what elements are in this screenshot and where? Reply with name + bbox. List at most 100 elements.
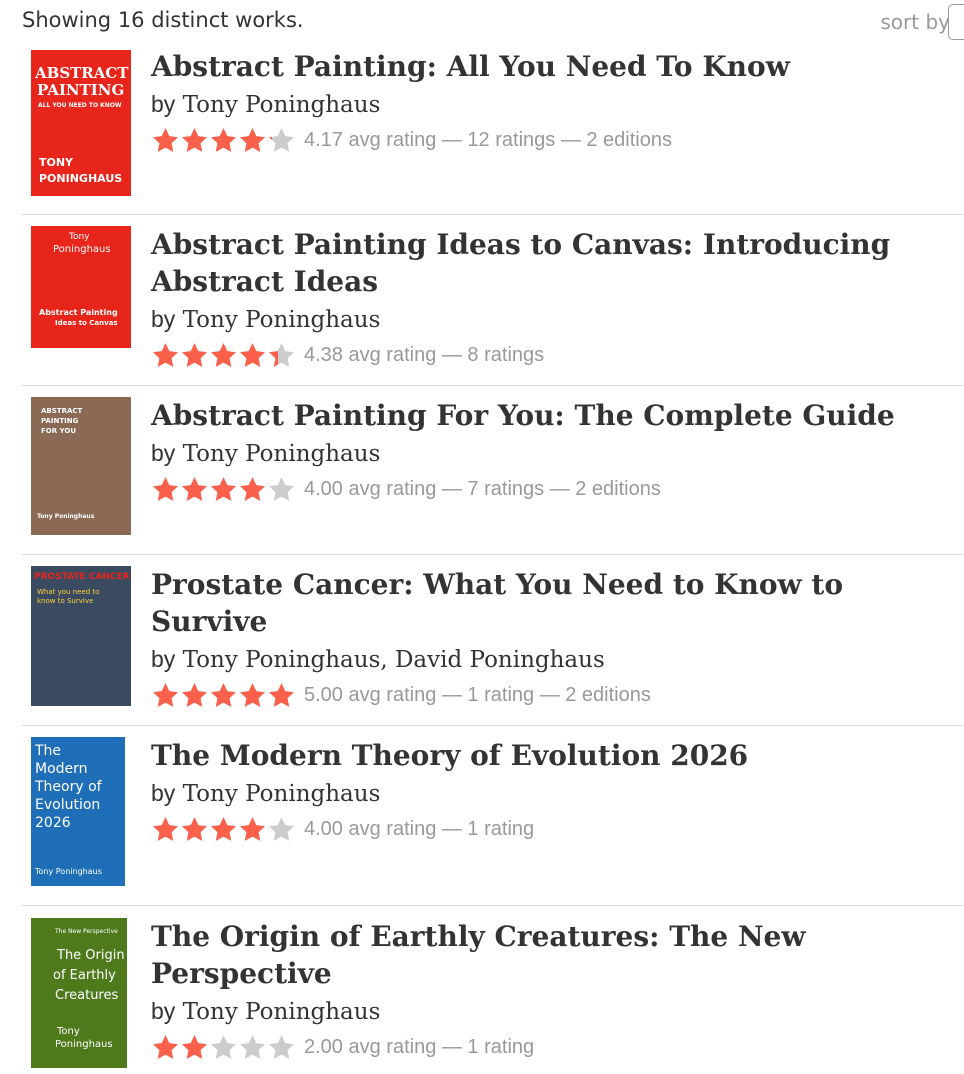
cover-text: ALL YOU NEED TO KNOW xyxy=(38,102,122,109)
author-link[interactable]: Tony Poninghaus xyxy=(183,92,381,118)
star-icon xyxy=(238,815,267,844)
star-icon xyxy=(151,126,180,155)
book-row: Tony Poninghaus Abstract Painting Ideas … xyxy=(0,226,964,386)
cover-text: What you need to xyxy=(37,588,100,596)
author-line: by Tony Poninghaus xyxy=(151,438,954,469)
list-header: Showing 16 distinct works. sort by xyxy=(0,0,964,44)
author-link[interactable]: Tony Poninghaus xyxy=(183,781,381,807)
cover-text: Poninghaus xyxy=(55,1039,113,1050)
star-icon xyxy=(180,1033,209,1062)
star-rating xyxy=(151,475,296,504)
row-divider xyxy=(22,905,964,906)
book-cover[interactable]: The New Perspective The Origin of Earthl… xyxy=(31,918,127,1068)
mini-rating: 4.17 avg rating — 12 ratings — 2 edition… xyxy=(304,128,672,151)
cover-text: PAINTING xyxy=(41,417,79,425)
book-cover[interactable]: ABSTRACT PAINTING ALL YOU NEED TO KNOW T… xyxy=(31,50,131,196)
book-title-link[interactable]: Abstract Painting: All You Need To Know xyxy=(151,48,954,85)
author-link[interactable]: Tony Poninghaus xyxy=(183,441,381,467)
cover-text: Ideas to Canvas xyxy=(55,319,118,327)
book-row: The New Perspective The Origin of Earthl… xyxy=(0,918,964,1074)
star-icon xyxy=(238,681,267,710)
book-row: ABSTRACT PAINTING ALL YOU NEED TO KNOW T… xyxy=(0,48,964,214)
mini-rating: 5.00 avg rating — 1 rating — 2 editions xyxy=(304,683,651,706)
cover-text: 2026 xyxy=(35,815,71,831)
cover-text: Tony xyxy=(69,232,90,242)
cover-text: ABSTRACT xyxy=(35,64,129,82)
cover-text: Tony Poninghaus xyxy=(35,867,102,876)
cover-text: The Origin xyxy=(57,948,125,963)
cover-text: Poninghaus xyxy=(53,244,111,255)
star-icon xyxy=(151,681,180,710)
author-link[interactable]: Tony Poninghaus xyxy=(183,307,381,333)
star-icon xyxy=(238,475,267,504)
star-icon xyxy=(267,475,296,504)
by-label: by xyxy=(151,91,176,117)
row-divider xyxy=(22,554,964,555)
star-icon xyxy=(180,681,209,710)
row-divider xyxy=(22,385,964,386)
star-icon xyxy=(209,475,238,504)
cover-text: PAINTING xyxy=(37,81,125,99)
by-label: by xyxy=(151,646,176,672)
cover-text: ABSTRACT xyxy=(41,407,83,415)
star-icon xyxy=(151,475,180,504)
mini-rating: 2.00 avg rating — 1 rating xyxy=(304,1035,535,1058)
book-cover[interactable]: The Modern Theory of Evolution 2026 Tony… xyxy=(31,737,125,886)
star-rating xyxy=(151,815,296,844)
book-row: ABSTRACT PAINTING FOR YOU Tony Poninghau… xyxy=(0,397,964,554)
cover-text: FOR YOU xyxy=(41,427,77,435)
star-rating xyxy=(151,1033,296,1062)
book-row: The Modern Theory of Evolution 2026 Tony… xyxy=(0,737,964,905)
book-title-link[interactable]: Prostate Cancer: What You Need to Know t… xyxy=(151,566,954,640)
cover-text: The xyxy=(35,743,62,759)
star-icon xyxy=(209,126,238,155)
cover-text: Tony xyxy=(57,1026,80,1037)
star-icon xyxy=(209,815,238,844)
book-cover[interactable]: ABSTRACT PAINTING FOR YOU Tony Poninghau… xyxy=(31,397,131,535)
star-icon xyxy=(151,341,180,370)
star-icon xyxy=(238,341,267,370)
star-icon xyxy=(267,815,296,844)
star-icon xyxy=(180,341,209,370)
book-title-link[interactable]: Abstract Painting Ideas to Canvas: Intro… xyxy=(151,226,954,300)
book-cover[interactable]: PROSTATE CANCER What you need to know to… xyxy=(31,566,131,706)
results-count: Showing 16 distinct works. xyxy=(22,8,304,32)
book-title-link[interactable]: The Origin of Earthly Creatures: The New… xyxy=(151,918,954,992)
star-icon xyxy=(209,1033,238,1062)
cover-text: PONINGHAUS xyxy=(39,172,123,185)
star-icon xyxy=(180,126,209,155)
row-divider xyxy=(22,214,964,215)
author-link[interactable]: Tony Poninghaus xyxy=(183,999,381,1025)
by-label: by xyxy=(151,780,176,806)
star-icon xyxy=(209,681,238,710)
cover-text: Abstract Painting xyxy=(39,308,118,317)
book-row: PROSTATE CANCER What you need to know to… xyxy=(0,566,964,725)
book-cover[interactable]: Tony Poninghaus Abstract Painting Ideas … xyxy=(31,226,131,348)
cover-text: Evolution xyxy=(35,797,101,813)
star-icon xyxy=(151,1033,180,1062)
cover-text: Tony Poninghaus xyxy=(37,513,95,520)
cover-text: Creatures xyxy=(55,988,119,1003)
row-divider xyxy=(22,725,964,726)
cover-text: Theory of xyxy=(35,779,102,795)
mini-rating: 4.38 avg rating — 8 ratings xyxy=(304,343,545,366)
star-icon xyxy=(238,1033,267,1062)
author-line: by Tony Poninghaus xyxy=(151,89,954,120)
book-title-link[interactable]: Abstract Painting For You: The Complete … xyxy=(151,397,954,434)
star-icon xyxy=(180,475,209,504)
star-icon xyxy=(267,126,296,155)
cover-text: TONY xyxy=(39,156,74,169)
cover-text: PROSTATE CANCER xyxy=(34,572,130,582)
sort-select[interactable] xyxy=(948,4,964,40)
star-icon xyxy=(238,126,267,155)
star-rating xyxy=(151,681,296,710)
cover-text: know to Survive xyxy=(37,597,94,605)
mini-rating: 4.00 avg rating — 1 rating xyxy=(304,817,535,840)
book-title-link[interactable]: The Modern Theory of Evolution 2026 xyxy=(151,737,954,774)
cover-text: Modern xyxy=(35,761,88,777)
author-link[interactable]: Tony Poninghaus, David Poninghaus xyxy=(183,647,605,673)
author-line: by Tony Poninghaus xyxy=(151,778,954,809)
by-label: by xyxy=(151,440,176,466)
sort-by-label: sort by xyxy=(880,10,950,34)
star-rating xyxy=(151,126,296,155)
